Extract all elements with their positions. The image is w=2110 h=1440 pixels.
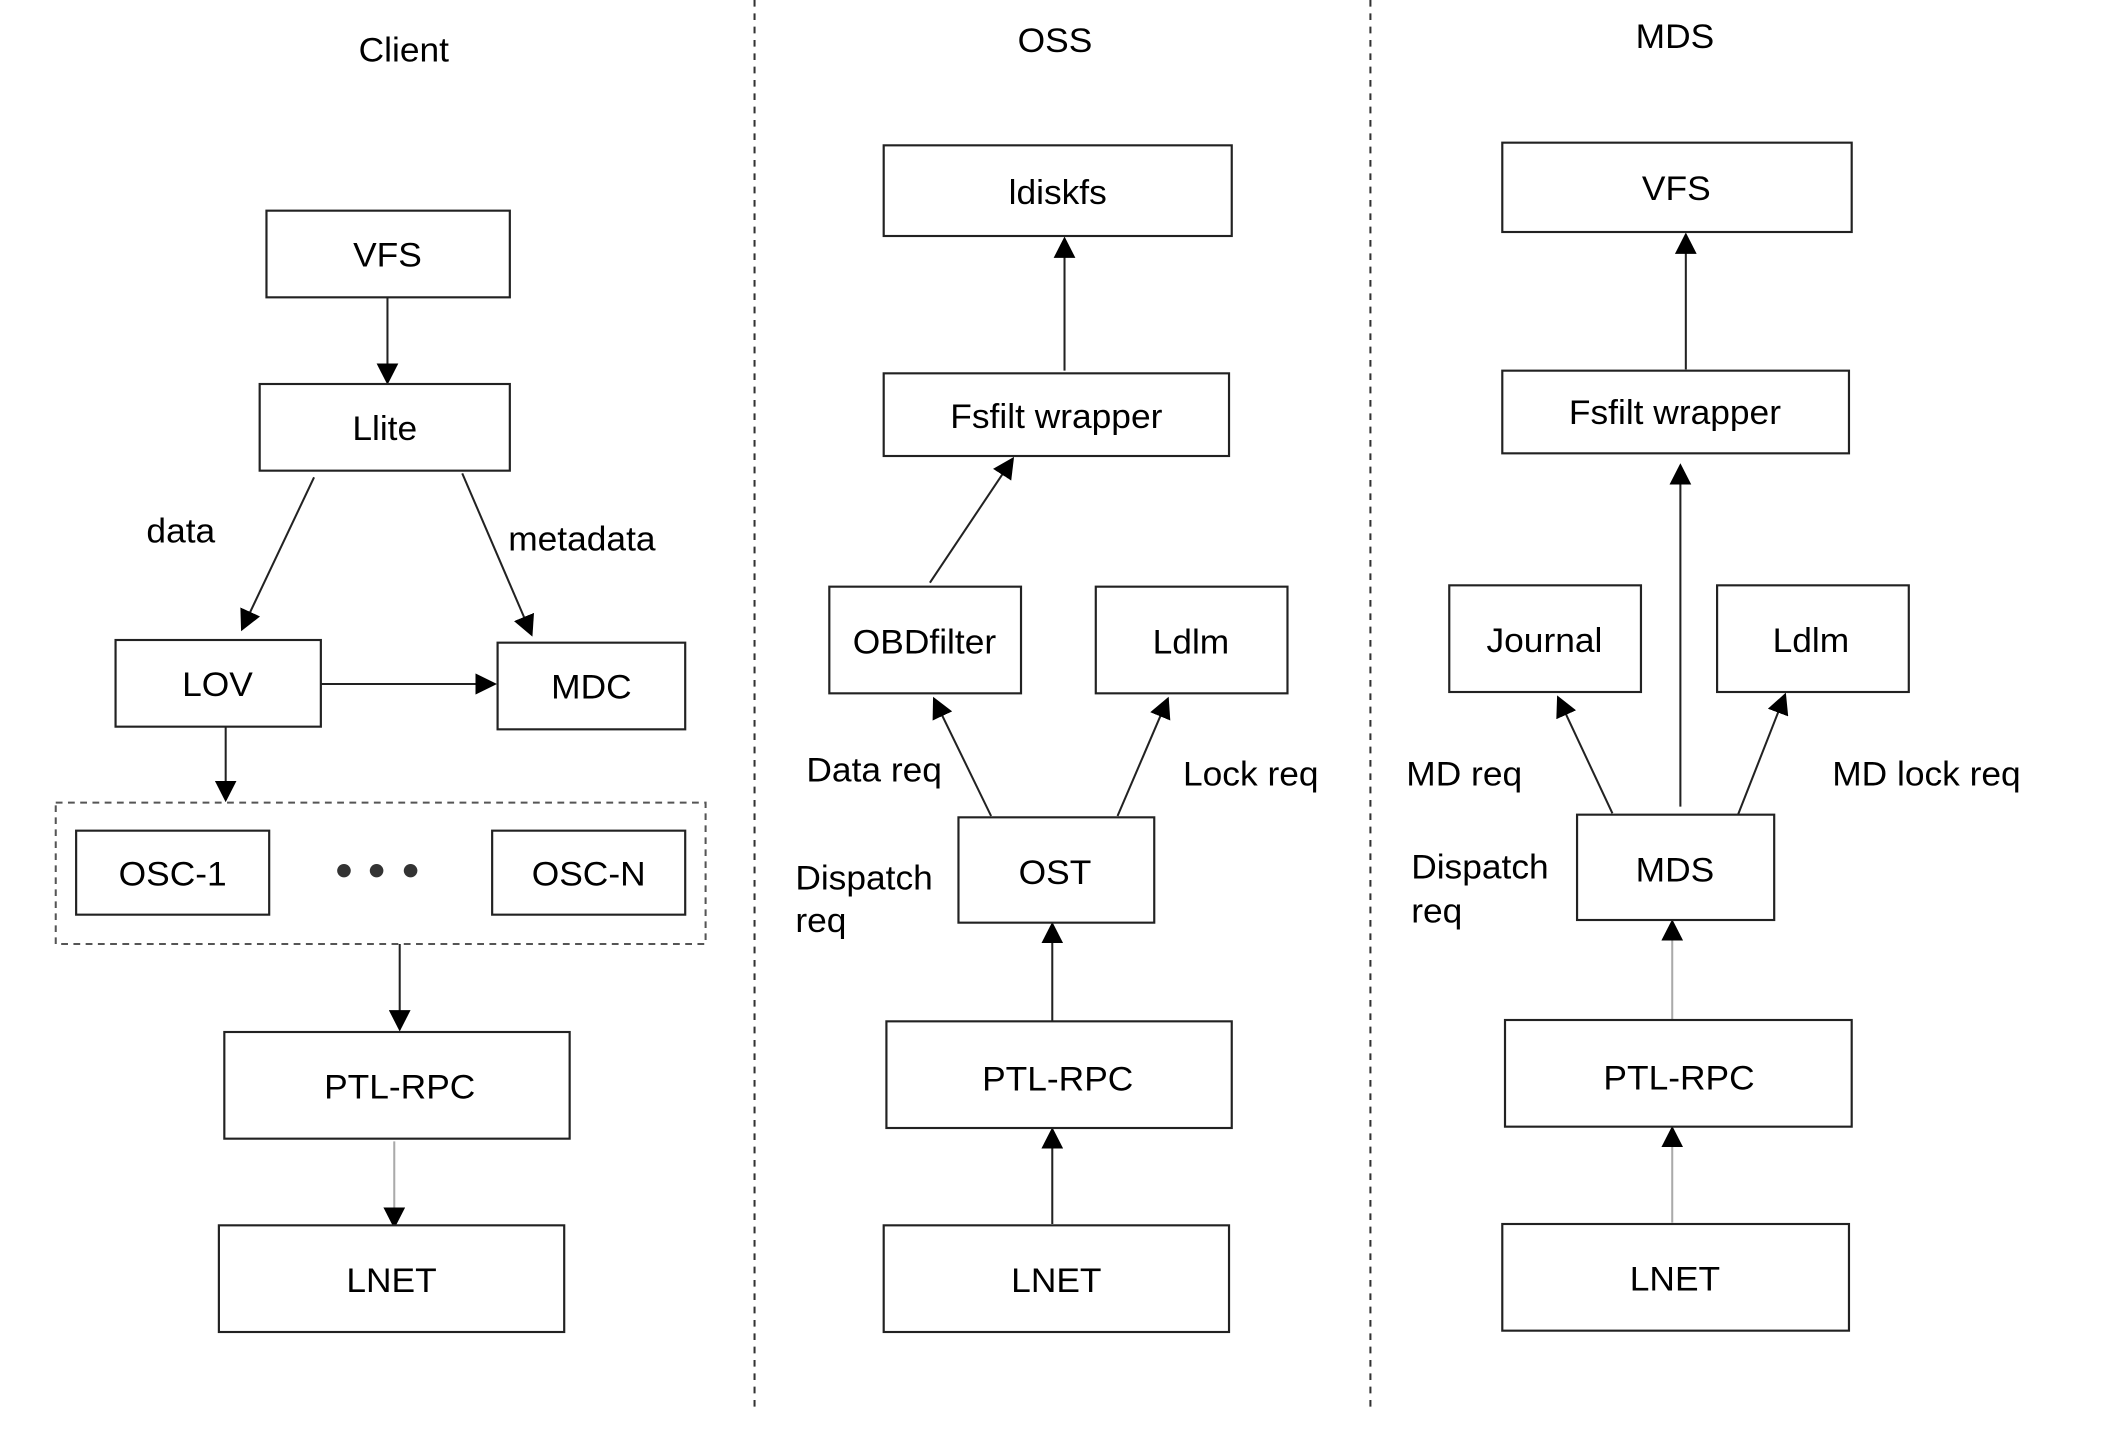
- svg-text:Fsfilt wrapper: Fsfilt wrapper: [1569, 393, 1781, 432]
- node-mds-journal[interactable]: Journal: [1448, 584, 1643, 694]
- edge-label-dispatch: Dispatch: [795, 859, 932, 898]
- svg-text:VFS: VFS: [353, 236, 422, 275]
- svg-text:MDS: MDS: [1636, 851, 1715, 890]
- edge-label-dispatch: Dispatch: [1411, 848, 1548, 887]
- ellipsis-dots: [337, 864, 418, 878]
- oss-column: Data req Lock req Dispatch req ldiskfs F…: [795, 144, 1319, 1334]
- edge-label-data: data: [146, 512, 215, 551]
- edge-obdfilter-fsfilt: [929, 456, 1015, 584]
- oss-title: OSS: [1018, 21, 1093, 60]
- client-column: data metadata VFS Llite LOV MDC OSC-1 OS…: [54, 209, 707, 1334]
- edge-ost-ldlm: [1116, 696, 1171, 817]
- svg-text:PTL-RPC: PTL-RPC: [324, 1068, 475, 1107]
- node-oss-ldiskfs[interactable]: ldiskfs: [882, 144, 1233, 238]
- edge-mds-ldlm: [1736, 692, 1789, 817]
- node-oss-obdfilter[interactable]: OBDfilter: [828, 585, 1023, 695]
- node-mds-fsfilt-wrapper[interactable]: Fsfilt wrapper: [1501, 369, 1851, 455]
- mds-column: MD req MD lock req Dispatch req VFS Fsfi…: [1406, 141, 2021, 1332]
- edge-llite-lov: [240, 476, 315, 632]
- edge-label-metadata: metadata: [508, 520, 656, 559]
- svg-text:LNET: LNET: [1011, 1261, 1101, 1300]
- edge-label-dispatch-req: req: [1411, 892, 1462, 931]
- svg-text:OBDfilter: OBDfilter: [853, 623, 997, 662]
- node-oss-lnet[interactable]: LNET: [882, 1224, 1231, 1334]
- node-oss-ldlm[interactable]: Ldlm: [1094, 585, 1289, 695]
- svg-text:MDC: MDC: [551, 668, 631, 707]
- mds-title: MDS: [1636, 17, 1715, 56]
- edge-label-md-req: MD req: [1406, 755, 1522, 794]
- node-oss-ost[interactable]: OST: [957, 816, 1156, 924]
- svg-text:VFS: VFS: [1642, 169, 1711, 208]
- node-client-vfs[interactable]: VFS: [265, 209, 511, 299]
- node-client-lov[interactable]: LOV: [114, 638, 322, 728]
- node-oss-ptlrpc[interactable]: PTL-RPC: [885, 1020, 1233, 1130]
- edge-label-lock-req: Lock req: [1183, 755, 1319, 794]
- svg-text:Fsfilt wrapper: Fsfilt wrapper: [950, 397, 1162, 436]
- svg-text:Ldlm: Ldlm: [1153, 623, 1230, 662]
- svg-text:LNET: LNET: [346, 1261, 436, 1300]
- node-oss-fsfilt-wrapper[interactable]: Fsfilt wrapper: [882, 372, 1231, 458]
- node-mds-ptlrpc[interactable]: PTL-RPC: [1503, 1018, 1853, 1128]
- client-title: Client: [359, 31, 450, 70]
- node-mds-mds[interactable]: MDS: [1575, 813, 1776, 922]
- edge-ost-obdfilter: [932, 696, 993, 817]
- svg-text:Llite: Llite: [352, 409, 417, 448]
- edge-label-dispatch-req: req: [795, 901, 846, 940]
- node-client-mdc[interactable]: MDC: [496, 641, 687, 731]
- node-client-lnet[interactable]: LNET: [217, 1224, 566, 1334]
- node-mds-vfs[interactable]: VFS: [1501, 141, 1853, 234]
- node-mds-lnet[interactable]: LNET: [1501, 1222, 1851, 1332]
- svg-text:ldiskfs: ldiskfs: [1009, 173, 1107, 212]
- node-client-ptlrpc[interactable]: PTL-RPC: [223, 1030, 571, 1140]
- svg-text:Ldlm: Ldlm: [1773, 621, 1850, 660]
- node-client-osc-1[interactable]: OSC-1: [75, 829, 271, 916]
- svg-text:OST: OST: [1019, 853, 1092, 892]
- node-mds-ldlm[interactable]: Ldlm: [1716, 584, 1910, 694]
- lustre-architecture-diagram: Client OSS MDS data metadata VFS Llite L…: [54, 0, 2021, 1407]
- svg-text:LOV: LOV: [182, 665, 253, 704]
- edge-mds-journal: [1556, 695, 1614, 814]
- svg-text:PTL-RPC: PTL-RPC: [982, 1060, 1133, 1099]
- svg-text:OSC-1: OSC-1: [119, 855, 227, 894]
- svg-text:LNET: LNET: [1630, 1260, 1720, 1299]
- svg-text:Journal: Journal: [1486, 621, 1602, 660]
- svg-text:OSC-N: OSC-N: [532, 855, 646, 894]
- edge-label-data-req: Data req: [806, 751, 942, 790]
- node-client-llite[interactable]: Llite: [258, 382, 511, 472]
- svg-text:PTL-RPC: PTL-RPC: [1603, 1059, 1754, 1098]
- edge-label-md-lock-req: MD lock req: [1832, 755, 2021, 794]
- node-client-osc-n[interactable]: OSC-N: [491, 829, 687, 916]
